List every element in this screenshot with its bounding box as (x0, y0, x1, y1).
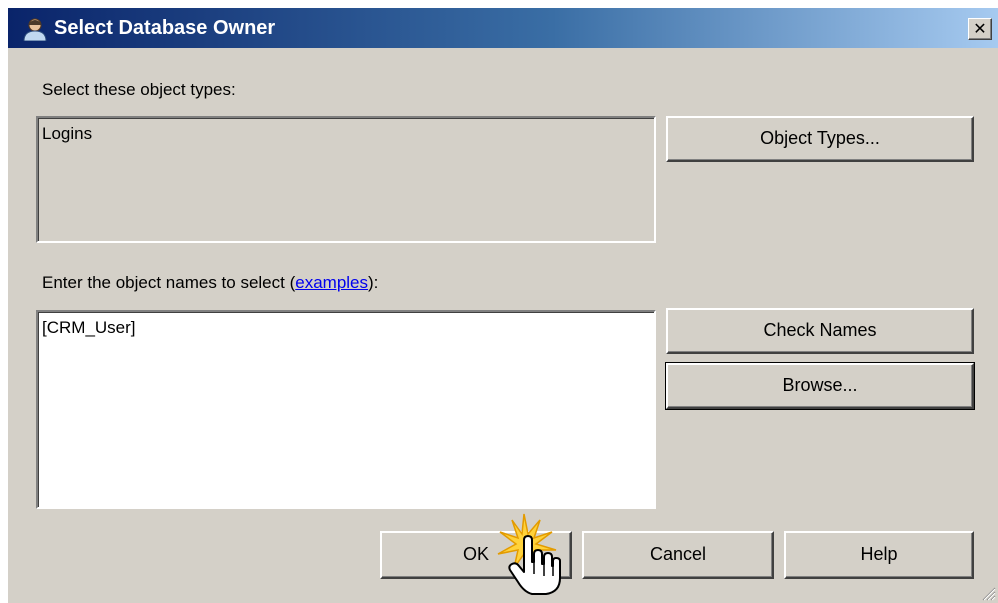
close-button[interactable]: ✕ (968, 18, 992, 40)
help-button[interactable]: Help (784, 531, 974, 579)
examples-link[interactable]: examples (295, 273, 368, 292)
object-names-label: Enter the object names to select (exampl… (42, 273, 378, 293)
check-names-button[interactable]: Check Names (666, 308, 974, 354)
window-title: Select Database Owner (54, 17, 276, 39)
object-names-label-prefix: Enter the object names to select ( (42, 273, 296, 292)
resize-grip-icon[interactable] (980, 585, 996, 601)
object-types-button[interactable]: Object Types... (666, 116, 974, 162)
object-types-label: Select these object types: (42, 80, 236, 99)
object-names-input[interactable]: [CRM_User] (36, 310, 656, 509)
select-database-owner-dialog: Select Database Owner ✕ Select these obj… (8, 8, 998, 603)
title-bar[interactable]: Select Database Owner ✕ (8, 8, 998, 48)
user-icon (23, 18, 47, 41)
object-types-value: Logins (42, 124, 93, 143)
browse-button[interactable]: Browse... (665, 362, 975, 410)
ok-button[interactable]: OK (380, 531, 572, 579)
object-names-value: [CRM_User] (42, 318, 136, 337)
object-types-field: Logins (36, 116, 656, 243)
cancel-button[interactable]: Cancel (582, 531, 774, 579)
object-names-label-suffix: ): (368, 273, 379, 292)
